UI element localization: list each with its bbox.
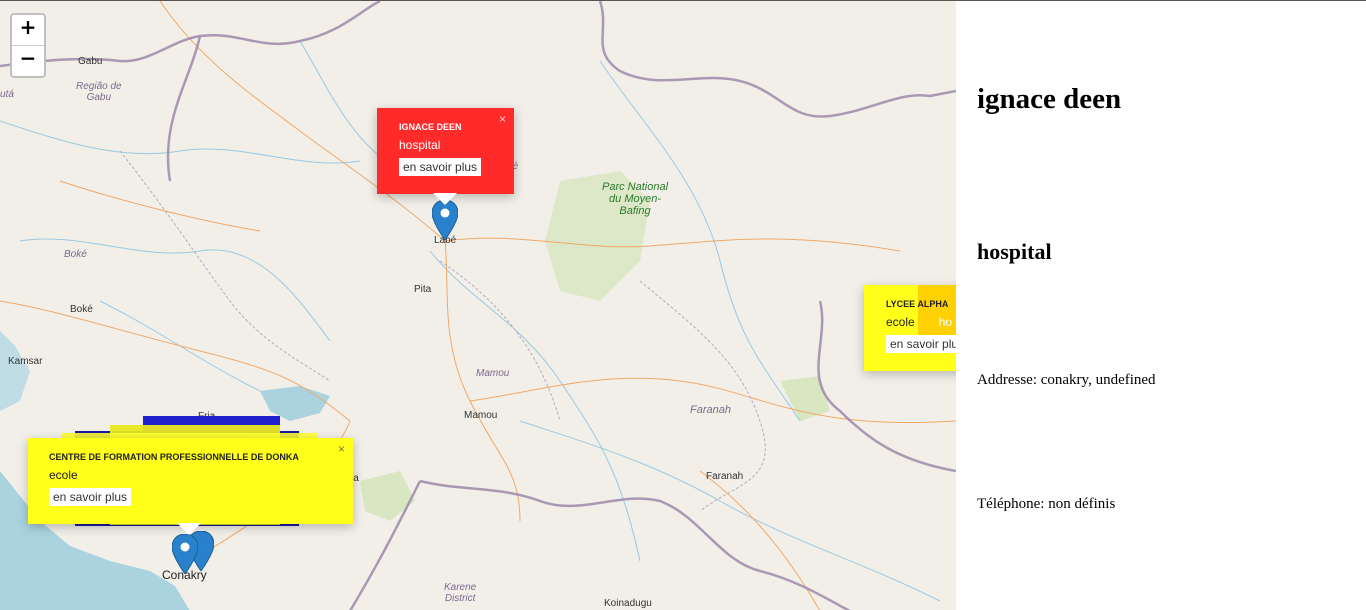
popup-close-button[interactable]: × [499,112,506,126]
details-panel: ignace deen hospital Addresse: conakry, … [956,0,1366,610]
popup-lycee-alpha: LYCEE ALPHA ecoleho en savoir plus [864,285,956,371]
place-category: hospital [977,239,1052,264]
label-park: Parc National du Moyen- Bafing [602,181,669,217]
zoom-in-button[interactable]: + [12,15,44,46]
label-regiao-gabu: Região de Gabu [76,81,122,103]
popup-category: ecole ho [886,315,953,329]
popup-tip [433,193,457,205]
popup-title: CENTRE DE FORMATION PROFESSIONNELLE DE D… [49,452,299,462]
place-address: Addresse: conakry, undefined [977,372,1156,388]
label-karene: Karene District [444,582,477,604]
marker-ignace-deen[interactable] [432,200,458,240]
popup-category: hospital [399,138,441,152]
popup-more-button[interactable]: en savoir plus [49,488,132,506]
label-koinadugu: Koinadugu [604,598,652,609]
map[interactable]: Gabu Região de Gabu utá Boké Boké Kamsar… [0,0,956,610]
popup-ignace-deen: × IGNACE DEEN hospital en savoir plus [377,108,514,194]
place-phone: Téléphone: non définis [977,496,1116,512]
popup-more-button[interactable]: en savoir plus [886,335,956,353]
label-boke-city: Boké [70,304,93,315]
place-name: ignace deen [977,83,1122,115]
popup-tip [177,523,201,535]
label-kamsar: Kamsar [8,356,43,367]
label-pita: Pita [414,284,432,295]
zoom-out-button[interactable]: − [12,46,44,76]
label-mamou-region: Mamou [476,368,510,379]
label-uta: utá [0,89,14,100]
marker-donka[interactable] [172,534,198,574]
label-boke-region: Boké [64,249,87,260]
popup-category: ecole [49,468,78,482]
popup-close-button[interactable]: × [338,442,345,456]
popup-title: LYCEE ALPHA [886,299,949,309]
zoom-control: + − [10,13,46,78]
label-faranah-region: Faranah [690,404,731,416]
popup-donka: × CENTRE DE FORMATION PROFESSIONNELLE DE… [28,438,353,524]
popup-more-button[interactable]: en savoir plus [399,158,482,176]
label-faranah-city: Faranah [706,471,744,482]
popup-title: IGNACE DEEN [399,122,462,132]
label-gabu: Gabu [78,56,103,67]
label-mamou-city: Mamou [464,410,498,421]
